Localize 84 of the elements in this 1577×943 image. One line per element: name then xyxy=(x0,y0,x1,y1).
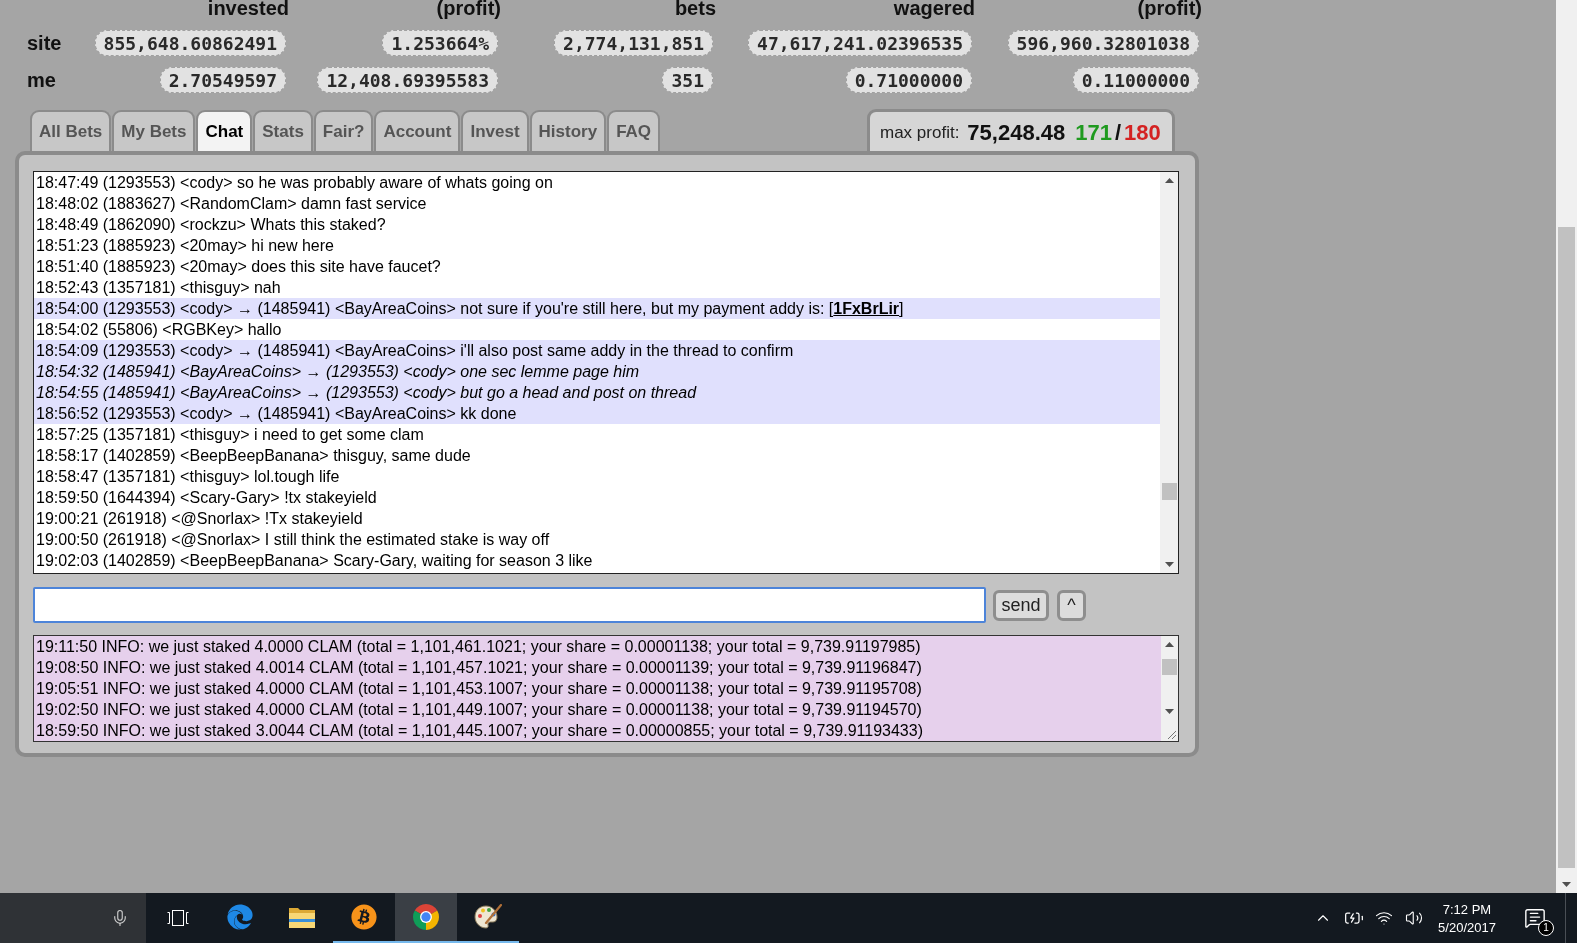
notification-icon[interactable] xyxy=(1524,907,1546,929)
address-link[interactable]: 1FxBrLir xyxy=(833,300,900,317)
scrollbar-thumb[interactable] xyxy=(1558,227,1575,868)
tab[interactable]: History xyxy=(529,110,607,151)
volume-icon[interactable] xyxy=(1405,909,1423,927)
log-line: 19:05:51 INFO: we just staked 4.0000 CLAM (total = 1,101,453.1007; your share = 0.00001138; your total = 9,739.91195708) xyxy=(36,679,922,699)
stat-value: 12,408.69395583 xyxy=(317,67,498,93)
tab[interactable]: Chat xyxy=(196,110,253,151)
message-input[interactable] xyxy=(33,587,986,623)
stat-value: 596,960.32801038 xyxy=(1007,30,1199,56)
bitcoin-icon xyxy=(351,904,377,930)
page-scrollbar[interactable] xyxy=(1556,0,1577,893)
max-profit-value: 75,248.48 xyxy=(967,119,1066,146)
chat-message: 18:54:32 (1485941) <BayAreaCoins> → (1293553) <cody> one sec lemme page him xyxy=(34,361,1160,382)
up-button[interactable]: ^ xyxy=(1057,589,1086,621)
log-line: 19:08:50 INFO: we just staked 4.0014 CLAM (total = 1,101,457.1021; your share = 0.00001139; your total = 9,739.91196847) xyxy=(36,658,922,678)
row-label: site xyxy=(27,32,62,54)
stat-value: 2.70549597 xyxy=(159,67,286,93)
chat-message: 18:51:40 (1885923) <20may> does this site have faucet? xyxy=(35,257,441,277)
chat-message: 18:47:49 (1293553) <cody> so he was probably aware of whats going on xyxy=(35,173,553,193)
row-label: me xyxy=(27,69,56,91)
log-line: 19:11:50 INFO: we just staked 4.0000 CLAM (total = 1,101,461.1021; your share = 0.00001138; your total = 9,739.91197985) xyxy=(36,637,921,657)
e-logo-icon xyxy=(227,904,253,930)
count-separator: / xyxy=(1114,119,1122,146)
count: 180 xyxy=(1124,119,1161,146)
max-profit-label: max profit: xyxy=(880,122,960,143)
column-header: (profit) xyxy=(1137,0,1202,19)
scrollbar-thumb[interactable] xyxy=(1161,483,1177,500)
chat-message: 18:54:00 (1293553) <cody> → (1485941) <BayAreaCoins> not sure if you're still here, but my payment addy is: [1FxBrLir] xyxy=(34,298,1160,319)
microphone-icon[interactable] xyxy=(111,909,129,927)
notification-badge: 1 xyxy=(1538,920,1554,936)
chat-message: 18:54:02 (55806) <RGBKey> hallo xyxy=(35,320,282,340)
column-header: bets xyxy=(674,0,716,19)
stat-value: 0.71000000 xyxy=(845,67,972,93)
log-line: 18:59:50 INFO: we just staked 3.0044 CLAM (total = 1,101,445.1007; your share = 0.00000855; your total = 9,739.91193433) xyxy=(36,721,923,741)
clock-date[interactable]: 5/20/2017 xyxy=(1438,919,1496,935)
chat-message: 18:57:25 (1357181) <thisguy> i need to get some clam xyxy=(35,425,424,445)
stat-value: 47,617,241.02396535 xyxy=(748,30,972,56)
chat-message: 18:48:49 (1862090) <rockzu> Whats this staked? xyxy=(35,215,386,235)
chat-message: 18:56:52 (1293553) <cody> → (1485941) <BayAreaCoins> kk done xyxy=(34,403,1160,424)
tab[interactable]: My Bets xyxy=(112,110,196,151)
chat-message: 18:54:55 (1485941) <BayAreaCoins> → (1293553) <cody> but go a head and post on thread xyxy=(34,382,1160,403)
scrollbar[interactable] xyxy=(1161,636,1178,720)
scrollbar-thumb[interactable] xyxy=(1162,659,1177,675)
folder-icon xyxy=(289,906,315,928)
chat-message: 19:00:21 (261918) <@Snorlax> !Tx stakeyield xyxy=(35,509,363,529)
stat-value: 855,648.60862491 xyxy=(94,30,286,56)
palette-icon xyxy=(474,904,502,930)
column-header: invested xyxy=(207,0,289,19)
tab[interactable]: Invest xyxy=(461,110,529,151)
count: 171 xyxy=(1075,119,1112,146)
clock-time[interactable]: 7:12 PM xyxy=(1442,901,1492,917)
column-header: wagered xyxy=(893,0,975,19)
tab[interactable]: FAQ xyxy=(607,110,661,151)
chat-message: 19:02:03 (1402859) <BeepBeepBanana> Scary-Gary, waiting for season 3 like xyxy=(35,551,593,571)
chat-message: 18:58:17 (1402859) <BeepBeepBanana> thisguy, same dude xyxy=(35,446,471,466)
tab[interactable]: All Bets xyxy=(30,110,112,151)
chat-message: 18:48:02 (1883627) <RandomClam> damn fast service xyxy=(35,194,427,214)
column-header: (profit) xyxy=(436,0,501,19)
chat-message: 18:59:50 (1644394) <Scary-Gary> !tx stakeyield xyxy=(35,488,377,508)
scroll-down-icon[interactable] xyxy=(1562,882,1571,887)
scrollbar[interactable] xyxy=(1160,172,1178,573)
log-line: 19:02:50 INFO: we just staked 4.0000 CLAM (total = 1,101,449.1007; your share = 0.00001138; your total = 9,739.91194570) xyxy=(36,700,922,720)
tab[interactable]: Stats xyxy=(253,110,313,151)
chat-message: 18:54:09 (1293553) <cody> → (1485941) <BayAreaCoins> i'll also post same addy in the thread to confirm xyxy=(34,340,1160,361)
chat-message: 18:51:23 (1885923) <20may> hi new here xyxy=(35,236,334,256)
scroll-down-icon[interactable] xyxy=(1165,709,1174,714)
chat-message: 19:00:50 (261918) <@Snorlax> I still think the estimated stake is way off xyxy=(35,530,550,550)
chrome-icon xyxy=(413,904,439,930)
stat-value: 0.11000000 xyxy=(1072,67,1199,93)
stat-value: 2,774,131,851 xyxy=(554,30,713,56)
chat-message: 18:52:43 (1357181) <thisguy> nah xyxy=(35,278,281,298)
tab[interactable]: Fair? xyxy=(313,110,374,151)
scroll-up-icon[interactable] xyxy=(1165,642,1174,647)
chat-message: 18:58:47 (1357181) <thisguy> lol.tough life xyxy=(35,467,340,487)
send-button[interactable]: send xyxy=(993,589,1049,621)
scroll-down-icon[interactable] xyxy=(1164,562,1174,567)
stat-value: 1.253664% xyxy=(382,30,498,56)
tab[interactable]: Account xyxy=(374,110,461,151)
scroll-up-icon[interactable] xyxy=(1164,178,1174,183)
taskbar-button[interactable] xyxy=(395,893,457,943)
task-view-icon xyxy=(166,910,189,926)
stat-value: 351 xyxy=(662,67,713,93)
resize-grip-icon[interactable] xyxy=(1168,731,1176,739)
